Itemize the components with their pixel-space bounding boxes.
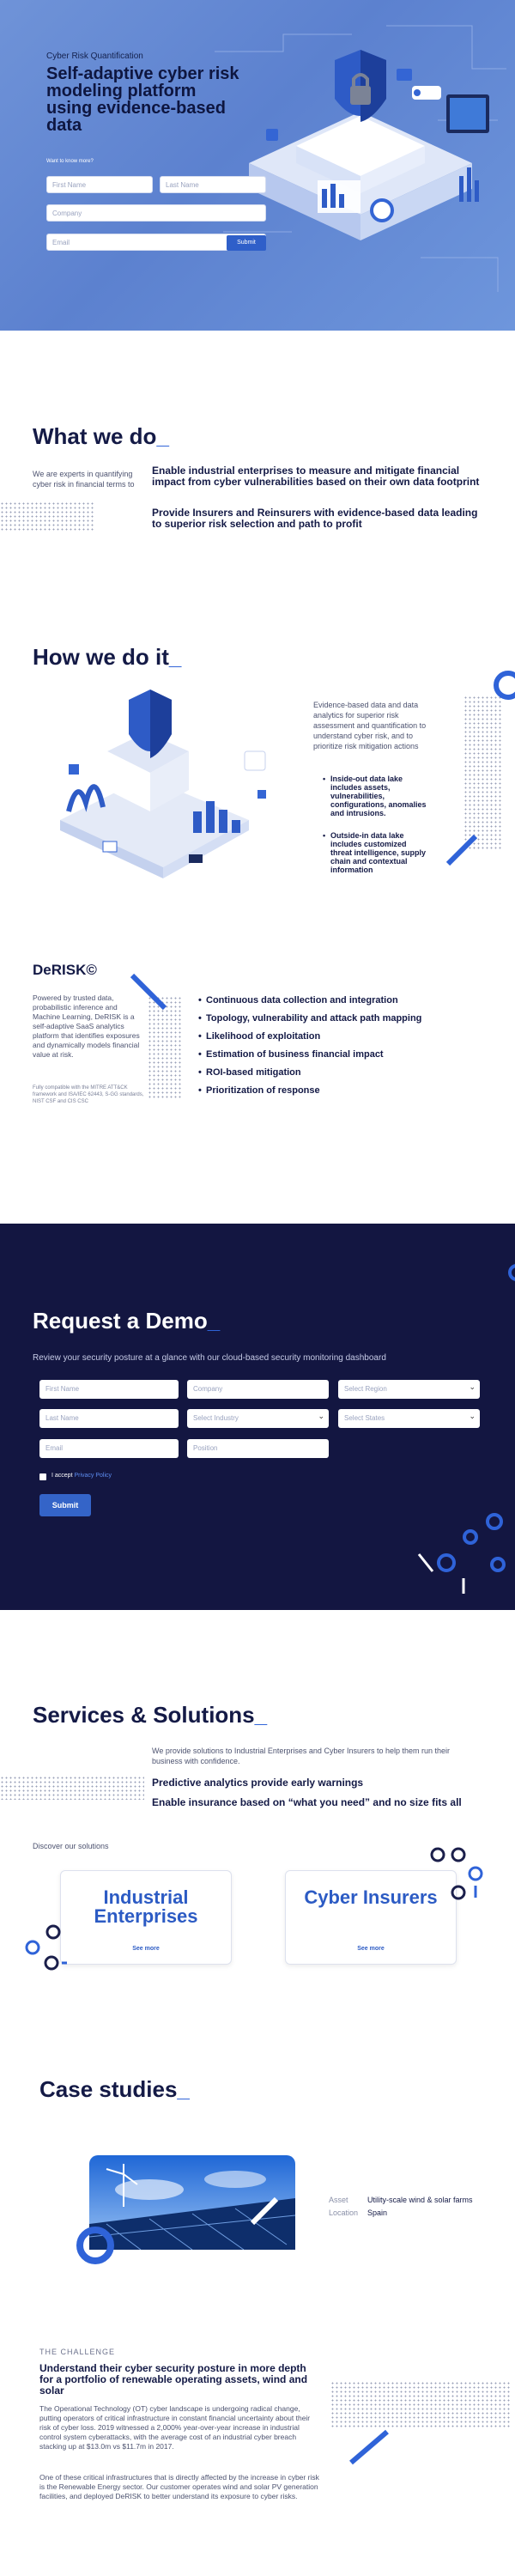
challenge-paragraph-2: One of these critical infrastructures th…: [39, 2473, 319, 2500]
services-title: Services & Solutions: [33, 1702, 255, 1728]
challenge-title: Understand their cyber security posture …: [39, 2362, 308, 2397]
hero-eyebrow: Cyber Risk Quantification: [46, 52, 143, 61]
demo-submit-button[interactable]: Submit: [39, 1494, 91, 1516]
demo-region-value: Select Region: [344, 1385, 387, 1393]
decorative-slash: [349, 2429, 389, 2465]
demo-region-select[interactable]: Select Region: [338, 1380, 480, 1399]
dot-pattern: [0, 1776, 144, 1800]
derisk-feature: Topology, vulnerability and attack path …: [198, 1014, 489, 1024]
services-intro: We provide solutions to Industrial Enter…: [152, 1747, 451, 1765]
privacy-accept-label: I accept Privacy Policy: [52, 1473, 112, 1479]
request-demo-heading: Request a Demo_: [33, 1308, 220, 1334]
heading-cursor: _: [177, 2076, 190, 2102]
demo-industry-value: Select Industry: [193, 1414, 239, 1422]
decorative-rings-left: [25, 1924, 67, 1971]
derisk-feature: Estimation of business financial impact: [198, 1050, 489, 1060]
dot-pattern: [464, 696, 502, 850]
company-input[interactable]: Company: [46, 204, 266, 222]
derisk-feature: ROI-based mitigation: [198, 1068, 489, 1078]
decorative-slash: [250, 2196, 279, 2226]
decorative-ring: [76, 2227, 114, 2264]
derisk-feature: Likelihood of exploitation: [198, 1032, 489, 1042]
demo-states-value: Select States: [344, 1414, 385, 1422]
demo-position-input[interactable]: Position: [187, 1439, 329, 1458]
first-name-input[interactable]: First Name: [46, 176, 153, 193]
demo-last-name-input[interactable]: Last Name: [39, 1409, 179, 1428]
cyber-security-illustration: [215, 25, 506, 292]
decorative-rings-right: [430, 1847, 483, 1900]
data-analytics-illustration: [60, 690, 266, 878]
demo-company-input[interactable]: Company: [187, 1380, 329, 1399]
how-intro: Evidence-based data and data analytics f…: [313, 701, 427, 750]
hero-section: Cyber Risk Quantification Self-adaptive …: [0, 0, 515, 331]
derisk-feature: Prioritization of response: [198, 1086, 489, 1096]
derisk-title: DeRISK©: [33, 962, 97, 978]
services-point-2: Enable insurance based on “what you need…: [152, 1796, 462, 1808]
demo-industry-select[interactable]: Select Industry: [187, 1409, 329, 1428]
how-bullet: Outside-in data lake includes customized…: [323, 831, 427, 874]
solution-card-industrial[interactable]: Industrial Enterprises See more: [60, 1870, 232, 1965]
demo-email-input[interactable]: Email: [39, 1439, 179, 1458]
hero-title: Self-adaptive cyber risk modeling platfo…: [46, 64, 239, 135]
what-intro: We are experts in quantifying cyber risk…: [33, 470, 135, 489]
how-we-do-it-title: How we do it: [33, 644, 169, 670]
request-demo-subtitle: Review your security posture at a glance…: [33, 1353, 386, 1363]
heading-cursor: _: [156, 423, 169, 449]
location-value: Spain: [367, 2208, 388, 2217]
decorative-slash: [130, 973, 167, 1011]
case-studies-title: Case studies: [39, 2076, 178, 2102]
see-more-link[interactable]: See more: [61, 1946, 231, 1952]
demo-first-name-input[interactable]: First Name: [39, 1380, 179, 1399]
request-demo-title: Request a Demo: [33, 1308, 208, 1334]
discover-label: Discover our solutions: [33, 1842, 109, 1850]
dot-pattern: [0, 501, 94, 532]
solution-card-title: Industrial Enterprises: [94, 1886, 198, 1927]
last-name-input[interactable]: Last Name: [160, 176, 266, 193]
decorative-ring: [508, 1264, 515, 1281]
what-point-2: Provide Insurers and Reinsurers with evi…: [152, 507, 478, 530]
know-more-label: Want to know more?: [46, 159, 94, 164]
derisk-feature: Continuous data collection and integrati…: [198, 996, 489, 1005]
demo-states-select[interactable]: Select States: [338, 1409, 480, 1428]
asset-value: Utility-scale wind & solar farms: [367, 2196, 473, 2204]
decorative-rings-cluster: [417, 1513, 506, 1594]
derisk-compat-note: Fully compatible with the MITRE ATT&CK f…: [33, 1085, 144, 1104]
privacy-policy-link[interactable]: Privacy Policy: [74, 1473, 112, 1479]
case-studies-heading: Case studies_: [39, 2076, 190, 2103]
accept-text: I accept: [52, 1473, 73, 1479]
heading-cursor: _: [168, 644, 182, 670]
how-we-do-it-heading: How we do it_: [33, 644, 181, 671]
heading-cursor: _: [207, 1308, 221, 1334]
what-we-do-heading: What we do_: [33, 423, 169, 450]
services-point-1: Predictive analytics provide early warni…: [152, 1777, 364, 1789]
location-label: Location: [329, 2208, 359, 2217]
asset-label: Asset: [329, 2196, 348, 2204]
privacy-checkbox[interactable]: [39, 1473, 46, 1480]
hero-submit-button[interactable]: Submit: [227, 235, 266, 251]
what-point-1: Enable industrial enterprises to measure…: [152, 465, 480, 488]
heading-cursor: _: [254, 1702, 268, 1728]
decorative-slash: [445, 834, 478, 866]
see-more-link[interactable]: See more: [286, 1946, 456, 1952]
what-we-do-title: What we do: [33, 423, 157, 449]
challenge-paragraph-1: The Operational Technology (OT) cyber la…: [39, 2404, 311, 2451]
services-heading: Services & Solutions_: [33, 1702, 267, 1728]
decorative-ring: [494, 671, 515, 700]
challenge-label: THE CHALLENGE: [39, 2348, 116, 2356]
dot-pattern: [330, 2381, 511, 2428]
how-bullet: Inside-out data lake includes assets, vu…: [323, 775, 427, 817]
